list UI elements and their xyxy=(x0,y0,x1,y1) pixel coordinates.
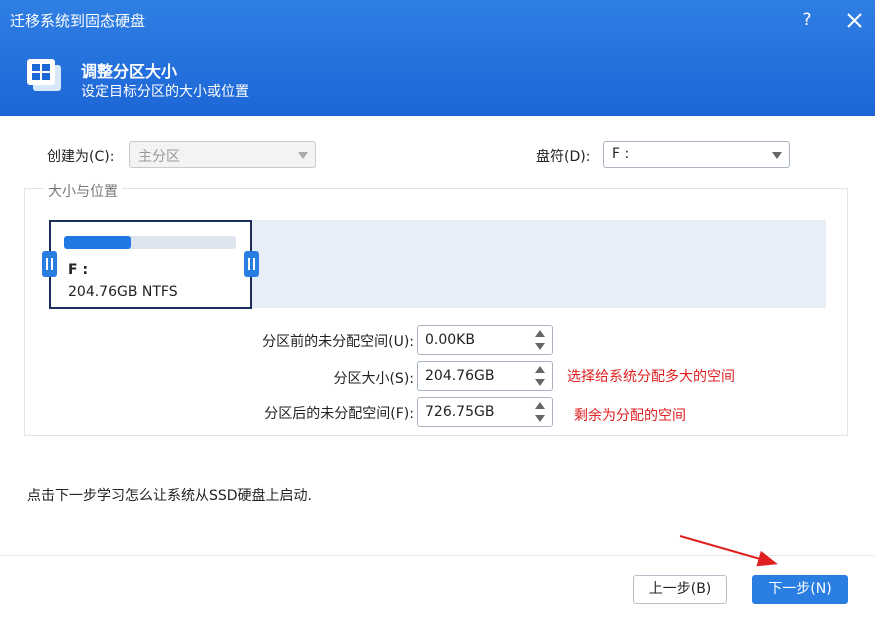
page-title: 调整分区大小 xyxy=(81,62,178,81)
unallocated-before-value: 0.00KB xyxy=(425,332,475,348)
drive-letter-label: 盘符(D): xyxy=(536,149,591,165)
partition-size-input[interactable]: 204.76GB xyxy=(417,361,553,391)
next-button[interactable]: 下一步(N) xyxy=(752,575,848,604)
close-button[interactable] xyxy=(845,9,865,31)
group-title: 大小与位置 xyxy=(44,181,122,201)
increment-icon[interactable] xyxy=(535,330,545,337)
partition-size-value: 204.76GB xyxy=(425,368,495,384)
chevron-down-icon xyxy=(298,152,308,159)
partition-letter: F : xyxy=(68,262,89,278)
unallocated-before-input[interactable]: 0.00KB xyxy=(417,325,553,355)
drive-letter-value: F : xyxy=(612,146,630,162)
right-resize-handle[interactable] xyxy=(244,251,259,277)
boot-hint: 点击下一步学习怎么让系统从SSD硬盘上启动. xyxy=(27,488,313,504)
partition-info: 204.76GB NTFS xyxy=(68,284,178,300)
left-resize-handle[interactable] xyxy=(42,251,57,277)
dialog-header: 迁移系统到固态硬盘 ? 调整分区大小 设定目标分区的大小或位置 xyxy=(0,0,875,116)
partition-size-label: 分区大小(S): xyxy=(333,371,414,387)
page-subtitle: 设定目标分区的大小或位置 xyxy=(81,84,249,100)
footer-divider xyxy=(0,555,875,556)
unallocated-after-value: 726.75GB xyxy=(425,404,495,420)
create-as-label: 创建为(C): xyxy=(47,149,115,165)
chevron-down-icon xyxy=(772,152,782,159)
create-as-value: 主分区 xyxy=(138,149,180,165)
unallocated-after-input[interactable]: 726.75GB xyxy=(417,397,553,427)
usage-bar-fill xyxy=(64,236,132,249)
increment-icon[interactable] xyxy=(535,402,545,409)
decrement-icon[interactable] xyxy=(535,379,545,386)
usage-bar xyxy=(64,236,236,249)
increment-icon[interactable] xyxy=(535,366,545,373)
help-button[interactable]: ? xyxy=(798,10,816,32)
create-as-select: 主分区 xyxy=(129,141,316,168)
close-icon xyxy=(847,13,862,28)
decrement-icon[interactable] xyxy=(535,415,545,422)
drive-letter-select[interactable]: F : xyxy=(603,141,790,168)
partition-size-note: 选择给系统分配多大的空间 xyxy=(567,369,735,385)
partition-icon xyxy=(27,59,61,91)
back-button[interactable]: 上一步(B) xyxy=(633,575,727,604)
decrement-icon[interactable] xyxy=(535,343,545,350)
unallocated-after-note: 剩余为分配的空间 xyxy=(574,408,686,424)
unallocated-before-label: 分区前的未分配空间(U): xyxy=(262,334,414,350)
window-title: 迁移系统到固态硬盘 xyxy=(10,12,146,30)
unallocated-after-label: 分区后的未分配空间(F): xyxy=(264,406,414,422)
